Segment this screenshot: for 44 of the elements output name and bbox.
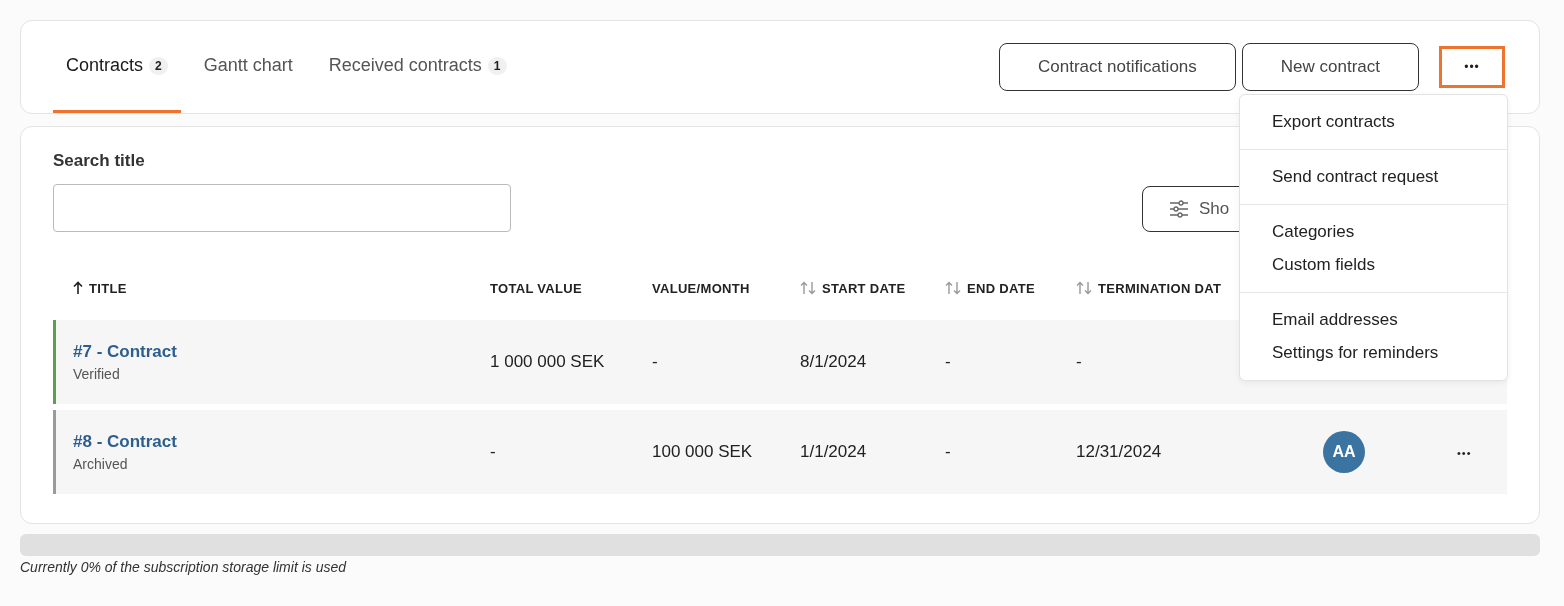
table-cell: - xyxy=(945,352,951,372)
table-cell: 1 000 000 SEK xyxy=(490,352,605,372)
table-cell: 100 000 SEK xyxy=(652,442,753,462)
count-badge: 2 xyxy=(149,56,168,75)
tab[interactable]: Gantt chart xyxy=(190,21,306,113)
sort-icon[interactable] xyxy=(945,281,961,295)
table-row[interactable]: #8 - Contract Archived - 100 000 SEK 1/1/2024 - 12/31/2024 AA ••• xyxy=(53,410,1507,494)
sort-ascending-icon[interactable] xyxy=(73,281,83,295)
menu-item[interactable]: Export contracts xyxy=(1240,111,1507,133)
column-header: TOTAL VALUE xyxy=(490,280,582,296)
status-text: Verified xyxy=(73,366,121,382)
column-header: START DATE xyxy=(822,280,906,296)
avatar: AA xyxy=(1323,431,1365,473)
sliders-icon xyxy=(1169,200,1189,218)
menu-item[interactable]: Send contract request xyxy=(1240,166,1507,188)
tab[interactable]: Contracts 2 xyxy=(53,21,181,113)
search-field[interactable] xyxy=(53,184,511,232)
more-button[interactable]: ••• xyxy=(1439,46,1505,88)
column-header: TERMINATION DAT xyxy=(1098,280,1222,296)
header-button[interactable]: New contract xyxy=(1241,43,1419,91)
count-badge: 1 xyxy=(487,56,507,75)
menu-item[interactable]: Categories xyxy=(1240,221,1507,243)
sort-icon[interactable] xyxy=(1076,281,1092,295)
table-cell: 1/1/2024 xyxy=(800,442,867,462)
search-label: Search title xyxy=(53,151,145,171)
table-cell: - xyxy=(652,352,658,372)
sort-icon[interactable] xyxy=(800,281,816,295)
column-header: VALUE/MONTH xyxy=(652,280,750,296)
header-button[interactable]: Contract notifications xyxy=(999,43,1236,91)
column-header: END DATE xyxy=(967,280,1035,296)
column-header: TITLE xyxy=(89,280,127,296)
contract-link[interactable]: #8 - Contract xyxy=(73,432,490,452)
table-cell: - xyxy=(945,442,951,462)
tab[interactable]: Received contracts 1 xyxy=(315,21,520,113)
table-cell: - xyxy=(490,442,496,462)
status-text: Archived xyxy=(73,456,129,472)
table-cell: - xyxy=(1076,352,1082,372)
row-actions-button[interactable]: ••• xyxy=(1453,445,1476,461)
table-cell: 12/31/2024 xyxy=(1076,442,1162,462)
menu-item[interactable]: Settings for reminders xyxy=(1240,342,1507,364)
storage-text: Currently 0% of the subscription storage limit is used xyxy=(20,559,348,575)
menu-item[interactable]: Custom fields xyxy=(1240,254,1507,276)
table-cell: 8/1/2024 xyxy=(800,352,867,372)
contract-link[interactable]: #7 - Contract xyxy=(73,342,490,362)
